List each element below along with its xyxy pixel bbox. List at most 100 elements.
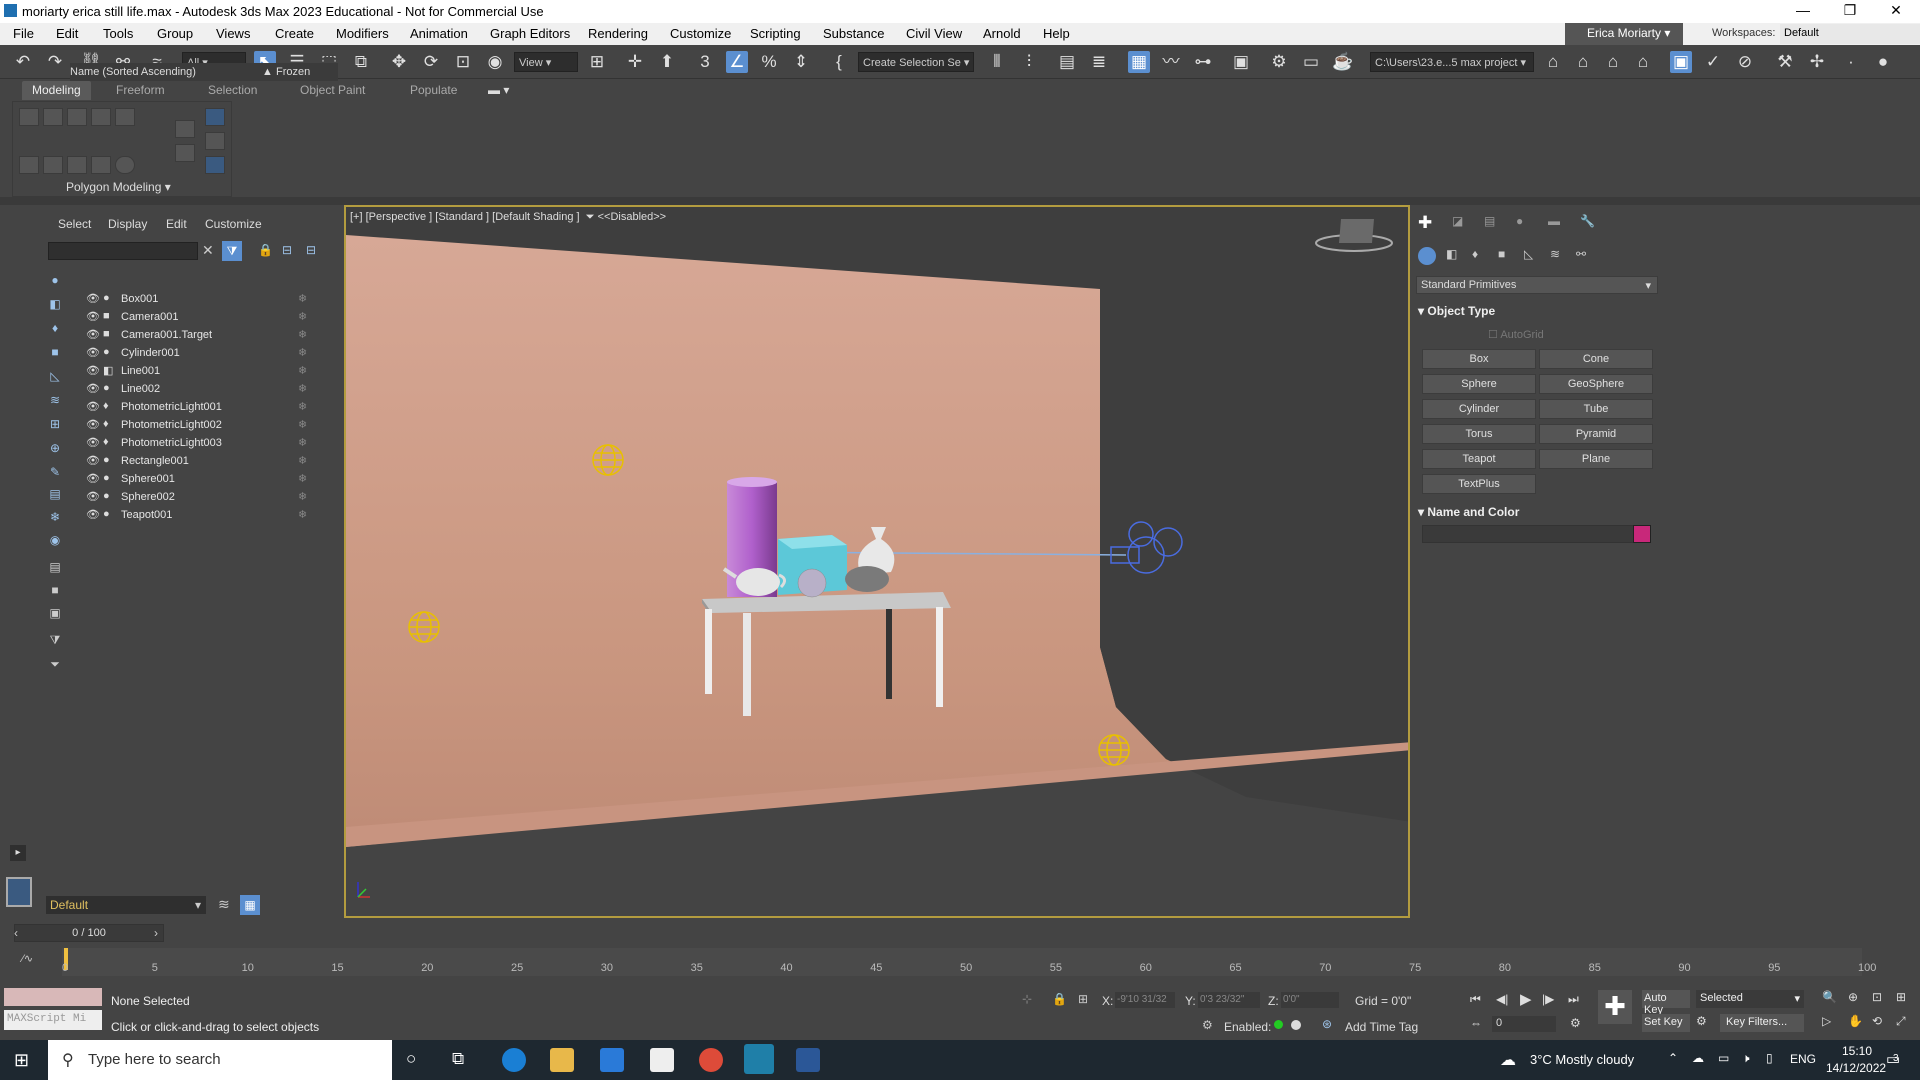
visibility-eye-icon[interactable]: 👁 (86, 508, 100, 521)
menu-modifiers[interactable]: Modifiers (336, 26, 389, 41)
tube-button[interactable]: Tube (1539, 399, 1653, 419)
menu-arnold[interactable]: Arnold (983, 26, 1021, 41)
explorer-row[interactable]: 👁 ● Box001 ❄ (70, 290, 338, 308)
fov-icon[interactable]: ▷ (1822, 1014, 1831, 1028)
ribbon-tool-13[interactable] (205, 108, 225, 126)
time-config-small-icon[interactable]: ⚙ (1570, 1016, 1581, 1030)
tray-chevron-icon[interactable]: ⌃ (1668, 1051, 1678, 1065)
object-name[interactable]: Camera001 (121, 311, 178, 323)
torus-button[interactable]: Torus (1422, 424, 1536, 444)
frozen-toggle-icon[interactable]: ❄ (298, 454, 307, 467)
menu-create[interactable]: Create (275, 26, 314, 41)
viewport-disabled-text[interactable]: <<Disabled>> (598, 211, 667, 223)
menu-customize[interactable]: Customize (670, 26, 731, 41)
explorer-search-input[interactable] (48, 242, 198, 260)
current-frame-field[interactable]: 0 (1492, 1016, 1556, 1032)
windows-start-icon[interactable]: ⊞ (14, 1050, 29, 1071)
frozen-toggle-icon[interactable]: ❄ (298, 310, 307, 323)
object-name[interactable]: PhotometricLight002 (121, 419, 222, 431)
explorer-row[interactable]: 👁 ♦ PhotometricLight002 ❄ (70, 416, 338, 434)
column-frozen-header[interactable]: Frozen (276, 66, 310, 78)
angle-snap-icon[interactable]: ∠ (726, 51, 748, 73)
spinner-snap-icon[interactable]: ⇕ (790, 51, 812, 73)
prev-frame-arrow-icon[interactable]: ‹ (14, 926, 18, 940)
zoom-extents-all-icon[interactable]: ⊞ (1896, 990, 1906, 1004)
menu-rendering[interactable]: Rendering (588, 26, 648, 41)
file-explorer-icon[interactable] (550, 1048, 574, 1072)
mirror-icon[interactable]: ⫴ (986, 51, 1008, 73)
edit-named-selection-icon[interactable]: { (828, 51, 850, 73)
edge-icon[interactable] (502, 1048, 526, 1072)
explorer-row[interactable]: 👁 ■ Camera001 ❄ (70, 308, 338, 326)
schematic-view-icon[interactable]: ⊶ (1192, 51, 1214, 73)
menu-substance[interactable]: Substance (823, 26, 884, 41)
frozen-toggle-icon[interactable]: ❄ (298, 436, 307, 449)
mail-icon[interactable] (600, 1048, 624, 1072)
restore-icon[interactable]: ❐ (1830, 2, 1870, 19)
y-coordinate-field[interactable]: 0'3 23/32" (1198, 992, 1260, 1008)
lock-icon[interactable]: 🔒 (258, 243, 273, 257)
object-name[interactable]: Rectangle001 (121, 455, 189, 467)
menu-group[interactable]: Group (157, 26, 193, 41)
shapes-filter-icon[interactable]: ◧ (47, 297, 63, 311)
network-icon[interactable]: ▭ (1718, 1051, 1729, 1065)
material-editor-icon[interactable]: ▣ (1230, 51, 1252, 73)
viewport-layout-icon[interactable] (6, 877, 32, 907)
maxscript-mini-listener[interactable]: MAXScript Mi (4, 1010, 102, 1030)
taskbar-search-box[interactable]: Type here to search (48, 1040, 392, 1080)
object-name[interactable]: Camera001.Target (121, 329, 212, 341)
project-icon-4[interactable]: ⌂ (1632, 51, 1654, 73)
ribbon-tool-7[interactable] (43, 156, 63, 174)
layer-sort-icon[interactable]: ⊟ (306, 243, 316, 257)
explorer-menu-edit[interactable]: Edit (166, 217, 187, 231)
menu-views[interactable]: Views (216, 26, 250, 41)
frozen-toggle-icon[interactable]: ❄ (298, 418, 307, 431)
visibility-eye-icon[interactable]: 👁 (86, 472, 100, 485)
ribbon-tool-5[interactable] (115, 108, 135, 126)
geometry-filter-icon[interactable]: ● (47, 273, 63, 287)
add-time-tag-label[interactable]: Add Time Tag (1345, 1020, 1418, 1034)
frozen-toggle-icon[interactable]: ❄ (298, 472, 307, 485)
explorer-row[interactable]: 👁 ● Line002 ❄ (70, 380, 338, 398)
modify-tab-icon[interactable]: ◪ (1452, 214, 1463, 228)
cortana-icon[interactable]: ○ (406, 1049, 416, 1069)
redo-icon[interactable]: ↷ (44, 51, 66, 73)
lights-category-icon[interactable]: ♦ (1472, 247, 1478, 261)
frozen-toggle-icon[interactable]: ❄ (298, 346, 307, 359)
shapes-category-icon[interactable]: ◧ (1446, 247, 1457, 261)
zoom-extents-icon[interactable]: ⊡ (1872, 990, 1882, 1004)
explorer-menu-select[interactable]: Select (58, 217, 91, 231)
rendered-frame-window-icon[interactable]: ▭ (1300, 51, 1322, 73)
bones-filter-icon[interactable]: ✎ (47, 465, 63, 479)
object-name[interactable]: Cylinder001 (121, 347, 180, 359)
viewport-label-text[interactable]: [+] [Perspective ] [Standard ] [Default … (350, 211, 580, 223)
layer-dropdown-arrow-icon[interactable]: ▾ (195, 898, 201, 912)
save-icon[interactable]: ▣ (1670, 51, 1692, 73)
spacewarps-category-icon[interactable]: ≋ (1550, 247, 1560, 261)
add-time-tag-icon[interactable]: ⊛ (1322, 1017, 1332, 1031)
xrefs-filter-icon[interactable]: ⊕ (47, 441, 63, 455)
battery-icon[interactable]: ▯ (1766, 1051, 1773, 1065)
keyboard-shortcut-override-icon[interactable]: ⬆ (656, 51, 678, 73)
minimize-icon[interactable]: — (1783, 2, 1823, 18)
object-name[interactable]: PhotometricLight001 (121, 401, 222, 413)
snaps-toggle-icon[interactable]: 3 (694, 51, 716, 73)
auto-key-button[interactable]: Auto Key (1642, 990, 1690, 1016)
set-key-button[interactable]: Set Key (1642, 1014, 1690, 1032)
menu-civil-view[interactable]: Civil View (906, 26, 962, 41)
perspective-viewport[interactable] (344, 205, 1410, 918)
key-filters-button[interactable]: Key Filters... (1720, 1014, 1804, 1032)
geometry-category-icon[interactable] (1418, 247, 1436, 265)
visibility-eye-icon[interactable]: 👁 (86, 436, 100, 449)
visibility-eye-icon[interactable]: 👁 (86, 328, 100, 341)
play-icon[interactable]: ▶ (1520, 990, 1532, 1008)
spacewarps-filter-icon[interactable]: ≋ (47, 393, 63, 407)
next-frame-icon[interactable]: |▶ (1542, 992, 1554, 1006)
task-view-icon[interactable]: ⧉ (452, 1049, 464, 1069)
place-icon[interactable]: ◉ (484, 51, 506, 73)
name-and-color-rollout[interactable]: ▾ Name and Color (1418, 505, 1519, 519)
object-name[interactable]: Teapot001 (121, 509, 172, 521)
filter-icon[interactable]: ⧩ (222, 241, 242, 261)
hidden-filter-icon[interactable]: ◉ (47, 533, 63, 547)
visibility-eye-icon[interactable]: 👁 (86, 400, 100, 413)
